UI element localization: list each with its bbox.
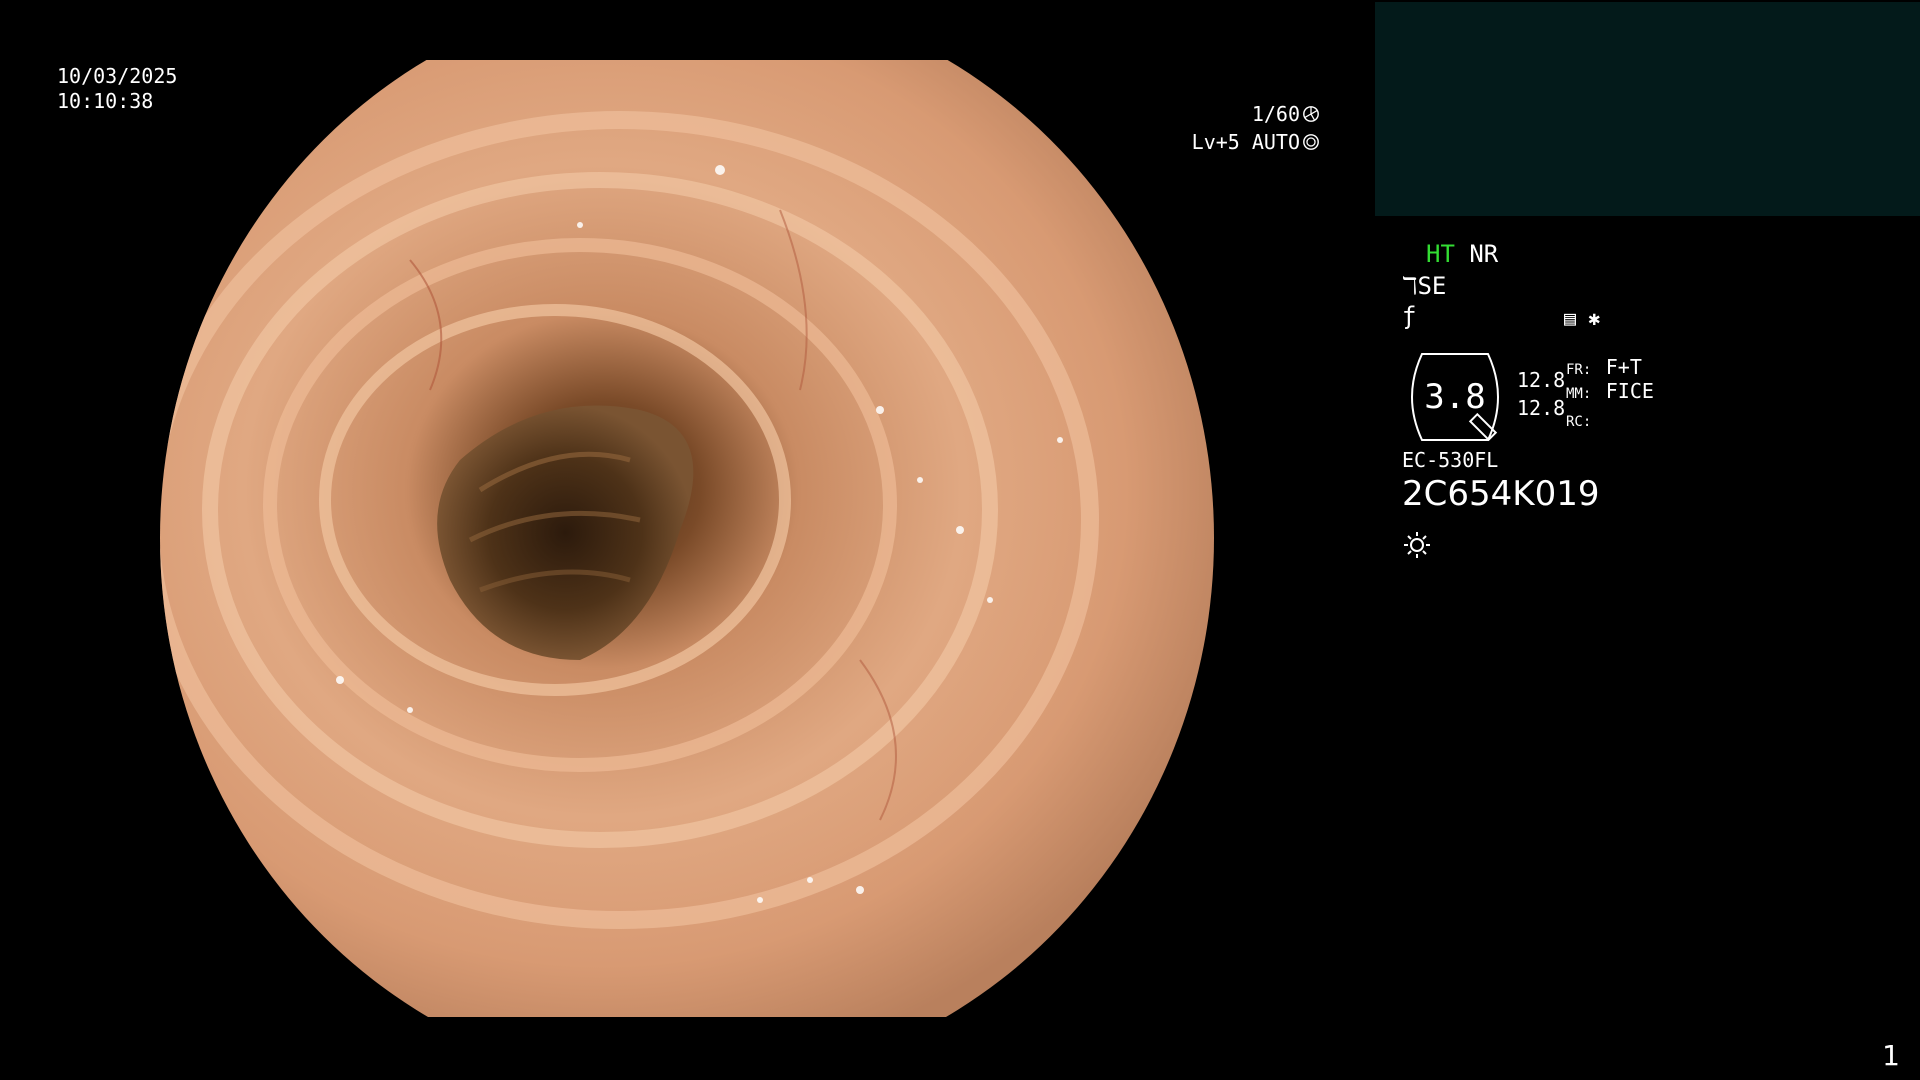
scope-serial: 2C654K019	[1402, 474, 1600, 514]
rc-label: RC:	[1566, 414, 1592, 430]
f-icon: ƒ	[1402, 302, 1417, 330]
val-b: 12.8	[1517, 396, 1566, 420]
status-panel: HT NR ℸSE ƒ ▤ ✱ 3.8 12.8 12.8 FR: F+T MM…	[1400, 240, 1860, 580]
preview-panel	[1375, 2, 1920, 216]
zoom-value: 3.8	[1424, 377, 1486, 417]
ht-indicator: HT	[1426, 240, 1455, 268]
endoscopic-view	[160, 60, 1214, 1017]
mm-label: MM:	[1566, 386, 1592, 402]
iris-icon	[1303, 134, 1319, 150]
se-label: SE	[1417, 272, 1447, 300]
scope-model: EC-530FL	[1402, 448, 1499, 472]
shutter-row: 1/60	[1192, 100, 1320, 128]
asterisk-icon: ✱	[1588, 306, 1601, 330]
page-number: 1	[1882, 1039, 1900, 1072]
shutter-icon	[1303, 106, 1319, 122]
time-text: 10:10:38	[57, 89, 154, 113]
datetime: 10/03/2025 10:10:38	[57, 64, 177, 114]
iris-mode: AUTO	[1251, 130, 1300, 154]
zoom-dial: 3.8	[1400, 352, 1510, 442]
date-text: 10/03/2025	[57, 64, 178, 88]
mm-value: FICE	[1605, 379, 1654, 403]
level-value: Lv+5	[1191, 130, 1240, 154]
se-icon: ℸ	[1402, 272, 1418, 300]
exposure-info: 1/60 Lv+5 AUTO	[1192, 100, 1320, 156]
shutter-value: 1/60	[1251, 102, 1300, 126]
memo-icon: ▤	[1564, 306, 1577, 330]
val-a: 12.8	[1517, 368, 1566, 392]
light-icon	[1404, 532, 1430, 558]
level-row: Lv+5 AUTO	[1192, 128, 1320, 156]
nr-indicator: NR	[1469, 240, 1499, 268]
